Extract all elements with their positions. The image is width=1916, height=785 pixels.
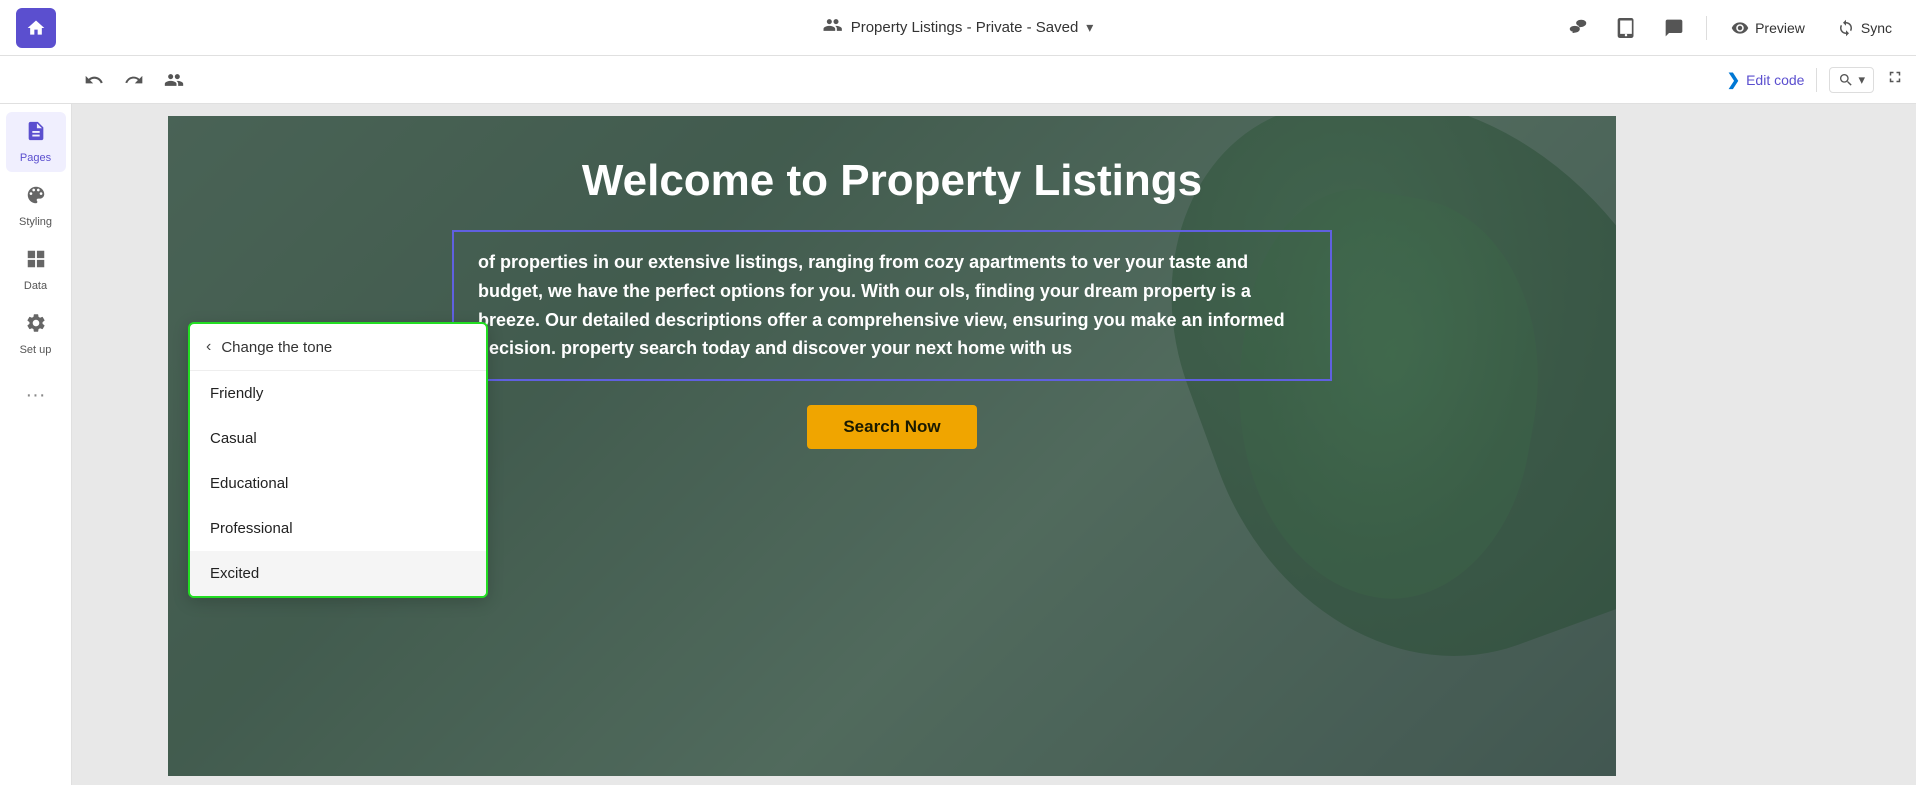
setup-label: Set up — [20, 344, 52, 356]
document-title: Property Listings - Private - Saved — [851, 19, 1079, 36]
tone-header[interactable]: ‹ Change the tone — [190, 324, 486, 371]
sidebar-item-data[interactable]: Data — [6, 240, 66, 300]
pages-icon — [25, 120, 47, 148]
site-title: Welcome to Property Listings — [582, 156, 1202, 206]
tablet-icon[interactable] — [1610, 12, 1642, 44]
toolbar-divider — [1816, 68, 1817, 92]
tone-item-educational[interactable]: Educational — [190, 461, 486, 506]
styling-label: Styling — [19, 216, 52, 228]
tone-panel-title: Change the tone — [221, 339, 332, 356]
styling-icon — [25, 184, 47, 212]
preview-button[interactable]: Preview — [1723, 15, 1813, 41]
comment-icon[interactable] — [1658, 12, 1690, 44]
expand-button[interactable] — [1886, 68, 1904, 91]
home-button[interactable] — [16, 8, 56, 48]
edit-code-label: Edit code — [1746, 72, 1804, 88]
edit-code-button[interactable]: ❯ Edit code — [1727, 70, 1805, 90]
divider — [1706, 16, 1707, 40]
collab-icon[interactable] — [1562, 12, 1594, 44]
sync-label: Sync — [1861, 20, 1892, 36]
top-bar-right: Preview Sync — [1562, 12, 1900, 44]
tone-item-casual[interactable]: Casual — [190, 416, 486, 461]
zoom-chevron: ▾ — [1858, 72, 1865, 88]
pages-label: Pages — [20, 152, 51, 164]
top-bar-center: Property Listings - Private - Saved ▾ — [823, 15, 1094, 40]
second-bar-right: ❯ Edit code ▾ — [1727, 67, 1904, 93]
top-bar: Property Listings - Private - Saved ▾ Pr… — [0, 0, 1916, 56]
back-icon: ‹ — [206, 338, 211, 356]
data-label: Data — [24, 280, 47, 292]
tone-item-friendly[interactable]: Friendly — [190, 371, 486, 416]
site-body-text[interactable]: of properties in our extensive listings,… — [452, 230, 1332, 381]
zoom-control[interactable]: ▾ — [1829, 67, 1874, 93]
vscode-icon: ❯ — [1727, 70, 1740, 90]
tone-panel: ‹ Change the tone Friendly Casual Educat… — [188, 322, 488, 598]
sidebar-item-setup[interactable]: Set up — [6, 304, 66, 364]
tone-item-excited[interactable]: Excited — [190, 551, 486, 596]
tone-item-professional[interactable]: Professional — [190, 506, 486, 551]
search-now-button[interactable]: Search Now — [807, 405, 976, 449]
data-icon — [25, 248, 47, 276]
preview-label: Preview — [1755, 20, 1805, 36]
redo-button[interactable] — [120, 66, 148, 94]
doc-collab-icon — [823, 15, 843, 40]
undo-button[interactable] — [80, 66, 108, 94]
more-options-button[interactable]: ··· — [26, 384, 46, 407]
canvas-area: Welcome to Property Listings of properti… — [72, 104, 1916, 785]
second-toolbar: ❯ Edit code ▾ — [0, 56, 1916, 104]
sync-button[interactable]: Sync — [1829, 15, 1900, 41]
sidebar-item-styling[interactable]: Styling — [6, 176, 66, 236]
doc-title-chevron[interactable]: ▾ — [1086, 19, 1093, 36]
left-sidebar: Pages Styling Data Set up ··· — [0, 104, 72, 785]
setup-icon — [25, 312, 47, 340]
second-bar-left — [80, 66, 188, 94]
sidebar-item-pages[interactable]: Pages — [6, 112, 66, 172]
top-bar-left — [16, 8, 56, 48]
collab2-icon[interactable] — [160, 66, 188, 94]
